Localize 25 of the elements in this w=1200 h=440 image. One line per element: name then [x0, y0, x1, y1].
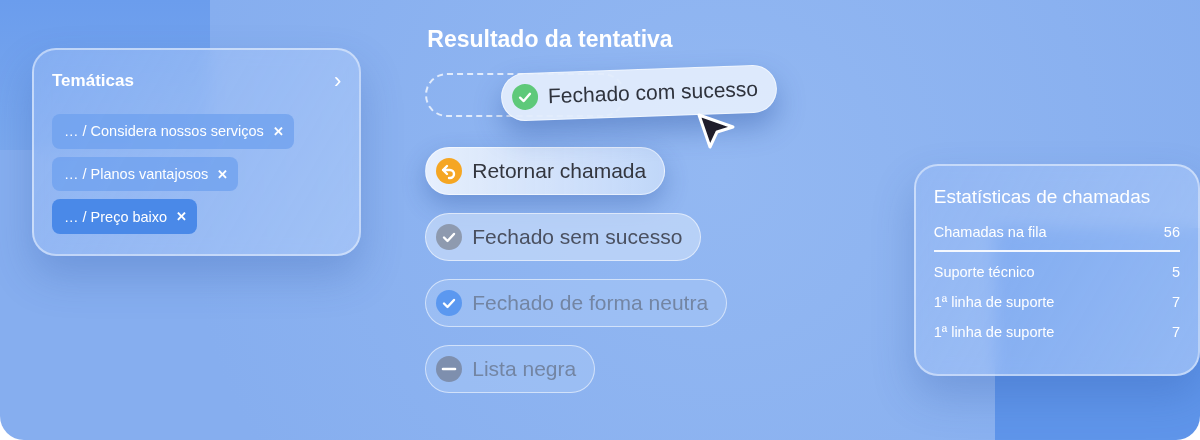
stat-value: 56: [1163, 224, 1180, 240]
stat-label: Chamadas na fila: [933, 224, 1047, 240]
tag-label: … / Considera nossos serviços: [64, 123, 264, 140]
stat-label: 1ª linha de suporte: [933, 294, 1055, 310]
remove-button[interactable]: ✕: [272, 123, 284, 139]
stat-label: 1ª linha de suporte: [933, 324, 1055, 340]
remove-button[interactable]: ✕: [176, 209, 188, 225]
outcome-option[interactable]: Fechado sem sucesso: [425, 213, 702, 261]
outcome-option[interactable]: Retornar chamada: [425, 147, 666, 195]
minus-icon: [436, 356, 463, 382]
card-title: Estatísticas de chamadas: [933, 186, 1152, 208]
stat-value: 7: [1171, 294, 1180, 310]
stat-value: 7: [1171, 324, 1180, 340]
check-icon: [436, 224, 463, 250]
remove-button[interactable]: ✕: [217, 166, 229, 182]
stat-value: 5: [1171, 264, 1180, 280]
check-icon: [511, 83, 539, 111]
tag-label: … / Planos vantajosos: [64, 166, 209, 182]
stat-label: Suporte técnico: [933, 264, 1035, 280]
expand-button[interactable]: ›: [333, 70, 342, 92]
tag-label: … / Preço baixo: [64, 208, 168, 225]
card-title: Temáticas: [52, 71, 134, 91]
check-icon: [436, 290, 463, 316]
section-title: Resultado da tentativa: [427, 26, 674, 53]
outcome-option[interactable]: Fechado com sucesso: [500, 64, 779, 122]
